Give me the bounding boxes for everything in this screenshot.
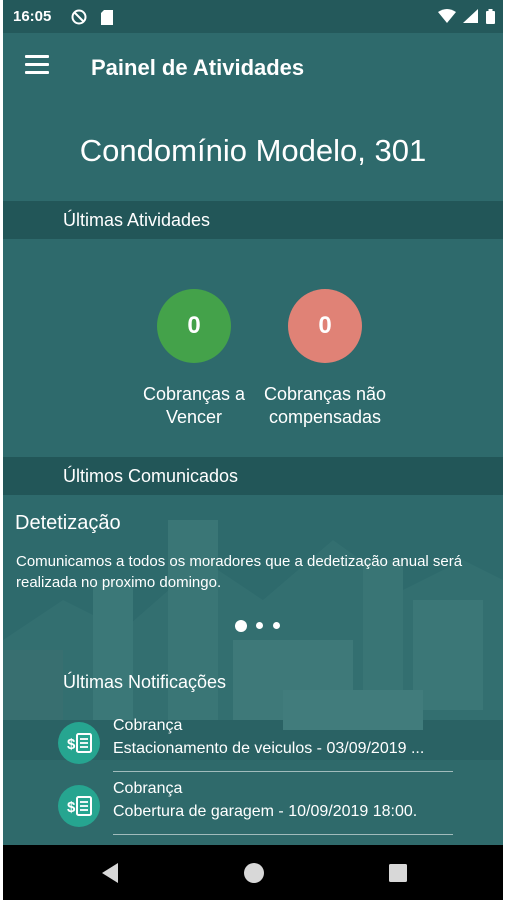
- status-bar: 16:05: [3, 0, 503, 33]
- sd-card-icon: [100, 9, 113, 25]
- signal-icon: [463, 9, 479, 24]
- notification-text: Cobertura de garagem - 10/09/2019 18:00.: [113, 803, 418, 820]
- svg-text:$: $: [67, 799, 76, 816]
- recents-icon[interactable]: [388, 863, 408, 883]
- condo-name: Condomínio Modelo, 301: [79, 133, 427, 168]
- label-line: Cobranças não: [263, 384, 387, 404]
- label-line: Cobranças a: [142, 384, 246, 404]
- section-title: Últimas Notificações: [63, 672, 227, 692]
- section-title: Últimas Atividades: [63, 210, 211, 230]
- comunicado-title[interactable]: Detetização: [15, 512, 121, 535]
- status-left-icons: [71, 8, 113, 25]
- divider: [113, 771, 453, 772]
- hamburger-menu-icon[interactable]: [25, 55, 49, 75]
- settings-status-icon: [71, 9, 87, 25]
- page-title: Painel de Atividades: [91, 55, 305, 80]
- home-icon[interactable]: [243, 862, 265, 884]
- notification-item[interactable]: $ Cobrança Cobertura de garagem - 10/09/…: [58, 777, 453, 835]
- cobrancas-nao-compensadas-count[interactable]: 0: [288, 289, 362, 363]
- notification-item[interactable]: $ Cobrança Estacionamento de veiculos - …: [58, 714, 453, 772]
- section-header-notificacoes: Últimas Notificações: [3, 663, 503, 701]
- divider: [113, 834, 453, 835]
- notification-text: Estacionamento de veiculos - 03/09/2019 …: [113, 740, 425, 757]
- notification-title: Cobrança: [113, 717, 183, 734]
- wifi-icon: [438, 9, 457, 24]
- billing-icon: $: [58, 722, 100, 764]
- carousel-pagination: [235, 617, 285, 635]
- label-line: Vencer: [165, 407, 223, 427]
- svg-text:$: $: [67, 736, 76, 753]
- cobrancas-a-vencer-label: Cobranças a Vencer: [124, 383, 264, 429]
- status-time: 16:05: [13, 8, 52, 25]
- carousel-dot[interactable]: [256, 622, 264, 630]
- app-bar: Painel de Atividades: [3, 33, 503, 103]
- section-header-comunicados: Últimos Comunicados: [3, 457, 503, 495]
- carousel-dot[interactable]: [272, 622, 280, 630]
- back-icon[interactable]: [100, 862, 120, 884]
- battery-icon: [486, 8, 495, 24]
- label-line: compensadas: [268, 407, 382, 427]
- cobrancas-a-vencer-count[interactable]: 0: [157, 289, 231, 363]
- section-header-atividades: Últimas Atividades: [3, 201, 503, 239]
- comunicado-text: Comunicamos a todos os moradores que a d…: [16, 553, 463, 591]
- notification-title: Cobrança: [113, 780, 183, 797]
- cobrancas-nao-compensadas-label: Cobranças não compensadas: [255, 383, 395, 429]
- status-right-icons: [438, 7, 495, 24]
- system-nav-bar: [3, 845, 503, 900]
- phone-screen: 16:05 Painel de Atividades Condomínio Mo…: [3, 0, 503, 900]
- carousel-dot-active[interactable]: [235, 619, 247, 632]
- billing-icon: $: [58, 785, 100, 827]
- section-title: Últimos Comunicados: [63, 466, 239, 486]
